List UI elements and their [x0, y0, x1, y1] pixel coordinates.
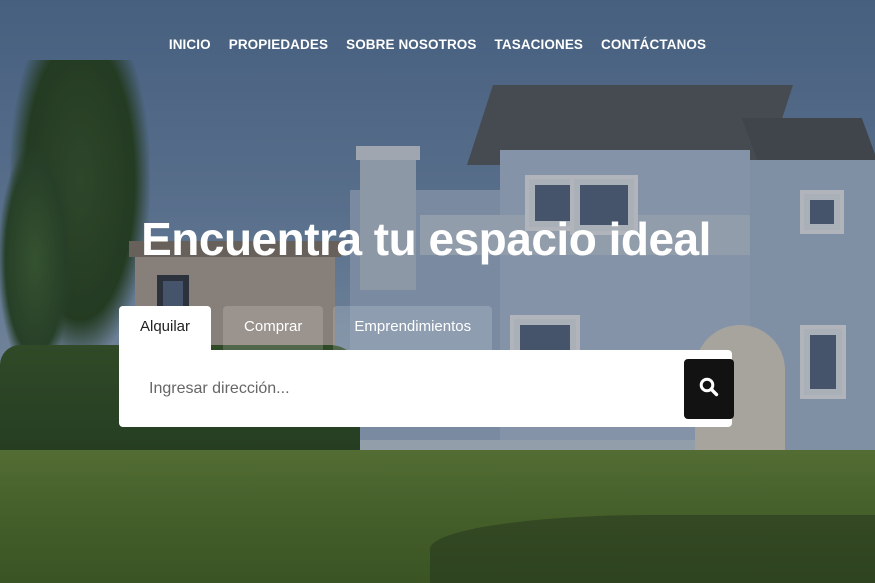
hero-title: Encuentra tu espacio ideal — [141, 213, 711, 265]
nav-item-inicio[interactable]: INICIO — [160, 37, 220, 52]
search-tabs: Alquilar Comprar Emprendimientos — [119, 306, 502, 350]
nav-item-contactanos[interactable]: CONTÁCTANOS — [592, 37, 715, 52]
address-search-input[interactable] — [147, 370, 671, 408]
search-icon — [699, 377, 719, 402]
hero-background-image — [0, 0, 875, 583]
tab-alquilar[interactable]: Alquilar — [119, 306, 212, 350]
search-bar — [119, 350, 734, 427]
main-nav: INICIO PROPIEDADES SOBRE NOSOTROS TASACI… — [0, 37, 875, 52]
search-button[interactable] — [684, 359, 734, 419]
nav-item-sobre-nosotros[interactable]: SOBRE NOSOTROS — [337, 37, 485, 52]
tab-emprendimientos[interactable]: Emprendimientos — [333, 306, 493, 350]
dark-overlay — [0, 0, 875, 583]
nav-item-tasaciones[interactable]: TASACIONES — [486, 37, 593, 52]
tab-comprar[interactable]: Comprar — [223, 306, 324, 350]
nav-item-propiedades[interactable]: PROPIEDADES — [220, 37, 337, 52]
